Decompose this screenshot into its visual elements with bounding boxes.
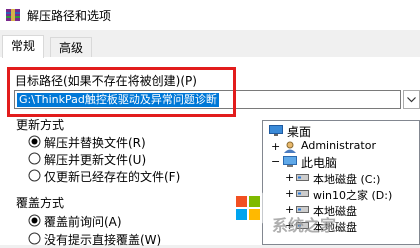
overwrite-mode-title: 覆盖方式 [16, 196, 65, 210]
expand-administrator[interactable]: + [271, 140, 280, 153]
radio-replace-label: 解压并替换文件(R) [44, 136, 146, 150]
tree-item-desktop[interactable]: 桌面 [287, 123, 311, 140]
target-path-input[interactable]: G:\ThinkPad触控板驱动及异常问题诊断 [14, 90, 401, 109]
radio-update[interactable] [28, 152, 41, 165]
chevron-down-icon [407, 97, 416, 103]
watermark-text: 系统之家 [272, 216, 337, 235]
drive-icon [296, 174, 309, 181]
radio-fresh-existing[interactable] [28, 169, 41, 182]
radio-update-label: 解压并更新文件(U) [44, 153, 147, 167]
computer-icon [283, 156, 297, 167]
target-path-value: G:\ThinkPad触控板驱动及异常问题诊断 [17, 93, 219, 107]
radio-ask-before-overwrite[interactable] [28, 214, 41, 227]
radio-ask-before-overwrite-label: 覆盖前询问(A) [44, 215, 122, 229]
tree-item-this-pc[interactable]: 此电脑 [301, 154, 337, 171]
tab-advanced[interactable]: 高级 [50, 37, 93, 58]
tab-general[interactable]: 常规 [2, 35, 45, 58]
path-dropdown-button[interactable] [403, 90, 420, 109]
tree-item-administrator[interactable]: Administrator [301, 139, 376, 152]
desktop-icon [269, 125, 283, 136]
tree-item-drive-c[interactable]: 本地磁盘 (C:) [313, 171, 380, 187]
user-folder-icon [284, 141, 296, 153]
radio-overwrite-without-prompt[interactable] [28, 232, 41, 245]
tree-item-drive-d[interactable]: win10之家 (D:) [313, 187, 392, 203]
window-title: 解压路径和选项 [27, 9, 112, 23]
expand-drive-c[interactable]: + [285, 171, 294, 184]
winrar-app-icon [6, 9, 20, 21]
collapse-this-pc[interactable]: − [271, 155, 280, 168]
drive-icon [296, 190, 309, 197]
radio-fresh-existing-label: 仅更新已经存在的文件(F) [44, 170, 181, 184]
title-bar: 解压路径和选项 [0, 0, 420, 30]
radio-overwrite-without-prompt-label: 没有提示直接覆盖(W) [44, 233, 162, 247]
windows-logo-watermark [227, 187, 269, 229]
expand-drive-d[interactable]: + [285, 187, 294, 200]
radio-replace[interactable] [28, 135, 41, 148]
update-mode-title: 更新方式 [16, 118, 65, 132]
target-path-label: 目标路径(如果不存在将被创建)(P) [15, 74, 197, 88]
